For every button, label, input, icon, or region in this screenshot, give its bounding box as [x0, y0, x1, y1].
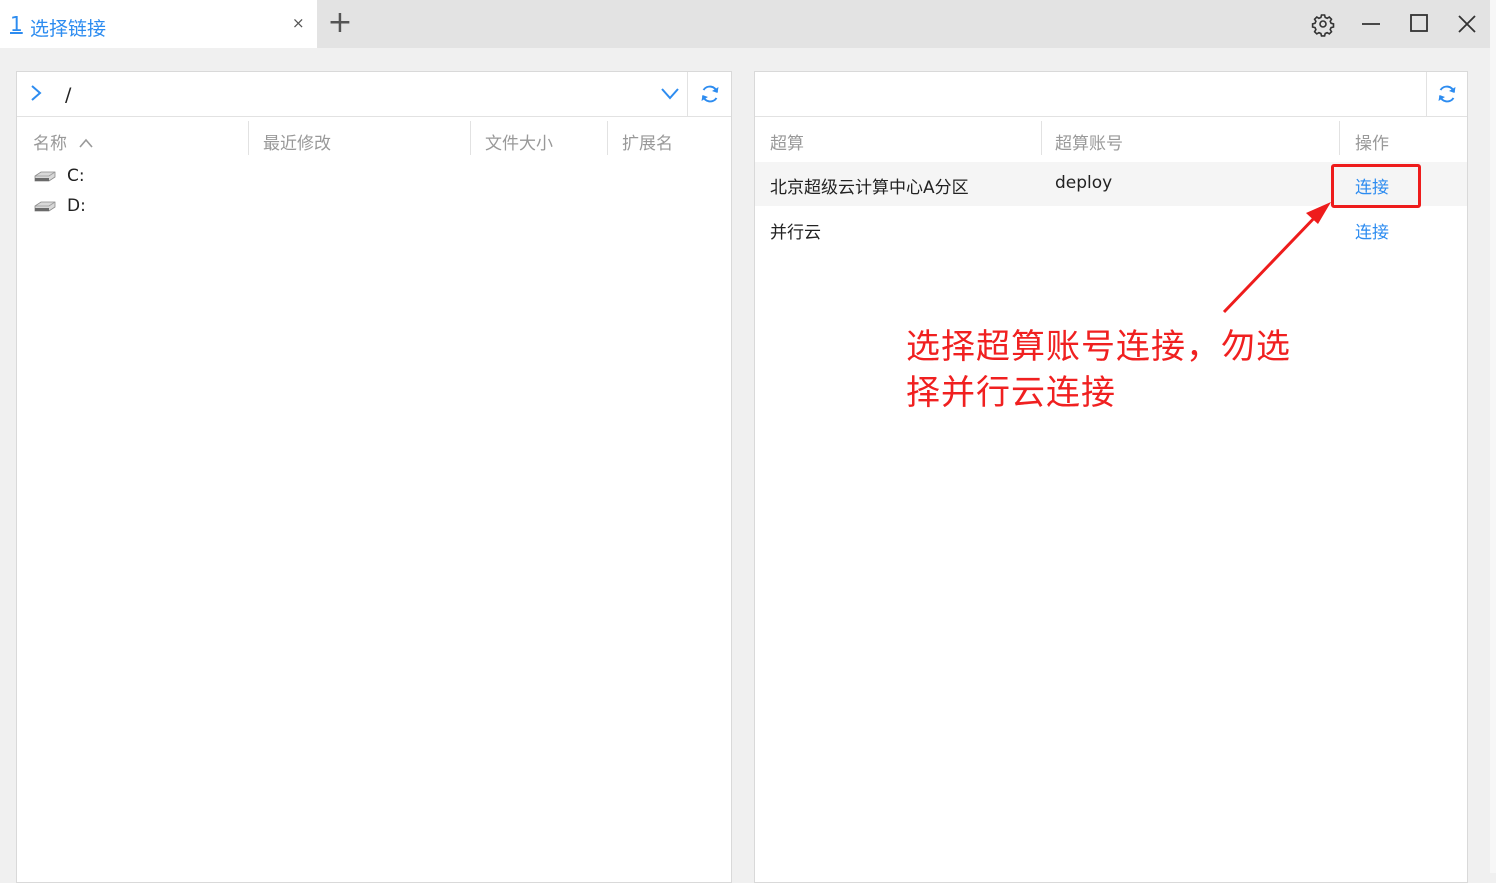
path-input[interactable] [63, 80, 657, 110]
column-header-account: 超算账号 [1055, 134, 1123, 154]
path-bar [17, 72, 731, 117]
add-tab-button[interactable]: + [326, 8, 354, 40]
cluster-panel: 超算 超算账号 操作 北京超级云计算中心A分区 deploy 连接 并行云 连接 [754, 71, 1468, 883]
window-edge [1490, 0, 1496, 873]
column-divider [607, 121, 608, 155]
gear-icon[interactable] [1308, 9, 1338, 39]
file-name: C: [67, 166, 85, 186]
file-table-header: 名称 最近修改 文件大小 扩展名 [17, 117, 731, 161]
file-row-c[interactable]: C: [33, 164, 333, 190]
cluster-name: 并行云 [770, 223, 821, 243]
tab-number: 1 [10, 12, 23, 36]
column-header-size[interactable]: 文件大小 [485, 129, 553, 154]
chevron-down-icon[interactable] [659, 84, 681, 104]
drive-icon [34, 201, 56, 212]
maximize-icon[interactable] [1404, 9, 1434, 39]
column-divider [470, 121, 471, 155]
search-input[interactable] [763, 80, 1417, 110]
divider [1426, 72, 1427, 116]
sort-ascending-icon [79, 138, 94, 148]
search-bar [755, 72, 1467, 117]
column-header-extension[interactable]: 扩展名 [622, 129, 673, 154]
annotation-text: 选择超算账号连接，勿选 择并行云连接 [906, 324, 1326, 416]
refresh-icon[interactable] [1436, 83, 1458, 105]
chevron-right-icon[interactable] [29, 84, 43, 102]
connect-button[interactable]: 连接 [1355, 218, 1389, 243]
title-bar: 1 选择链接 × + [0, 0, 1496, 48]
minimize-icon[interactable] [1356, 9, 1386, 39]
column-divider [1339, 121, 1340, 155]
file-row-d[interactable]: D: [33, 194, 333, 220]
divider [687, 72, 688, 116]
column-header-cluster: 超算 [770, 134, 804, 154]
close-icon[interactable] [1452, 9, 1482, 39]
tab-close-icon[interactable]: × [292, 14, 305, 32]
table-row: 北京超级云计算中心A分区 deploy 连接 [755, 162, 1467, 206]
refresh-icon[interactable] [699, 83, 721, 105]
drive-icon [34, 171, 56, 182]
column-header-name[interactable]: 名称 [33, 129, 94, 154]
annotation-line: 择并行云连接 [906, 373, 1116, 413]
column-label: 名称 [33, 134, 67, 154]
local-file-panel: 名称 最近修改 文件大小 扩展名 C: D: [16, 71, 732, 883]
account-name: deploy [1055, 173, 1113, 193]
cluster-name: 北京超级云计算中心A分区 [770, 178, 969, 198]
table-row: 并行云 连接 [755, 207, 1467, 251]
annotation-line: 选择超算账号连接，勿选 [906, 327, 1291, 367]
cluster-table-header: 超算 超算账号 操作 [755, 117, 1467, 161]
connect-button[interactable]: 连接 [1355, 173, 1389, 198]
file-name: D: [67, 196, 86, 216]
column-divider [248, 121, 249, 155]
column-divider [1041, 121, 1042, 155]
column-header-modified[interactable]: 最近修改 [263, 129, 331, 154]
tab-label: 选择链接 [30, 18, 107, 40]
tab-select-connection[interactable]: 1 选择链接 × [0, 0, 317, 48]
column-header-action: 操作 [1355, 134, 1389, 154]
